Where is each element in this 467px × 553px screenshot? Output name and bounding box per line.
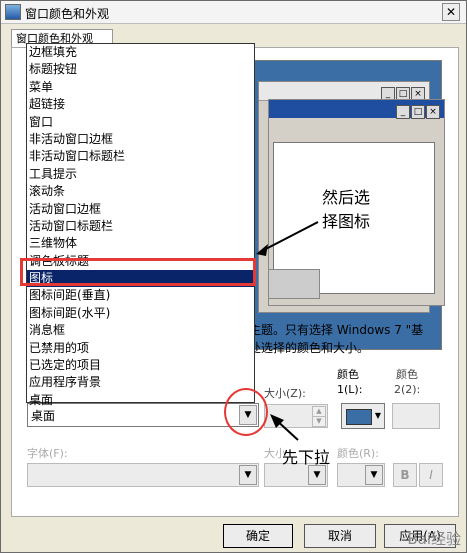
size-label: 大小(Z): xyxy=(264,387,306,400)
window-title: 窗口颜色和外观 xyxy=(25,7,110,21)
italic-button[interactable]: I xyxy=(419,463,443,487)
ok-button[interactable]: 确定 xyxy=(223,524,293,548)
dropdown-item[interactable]: 工具提示 xyxy=(27,166,254,183)
description-text: 主题。只有选择 Windows 7 "基 处选择的颜色和大小。 xyxy=(249,321,449,357)
color1-swatch xyxy=(346,409,372,425)
dropdown-item[interactable]: 边框填充 xyxy=(27,44,254,61)
dropdown-item[interactable]: 非活动窗口边框 xyxy=(27,131,254,148)
font-label: 字体(F): xyxy=(27,447,68,460)
dropdown-item[interactable]: 活动窗口标题栏 xyxy=(27,218,254,235)
font-size-dropdown-icon[interactable]: ▼ xyxy=(308,465,326,485)
item-select-value: 桌面 xyxy=(31,409,56,423)
annotation-first-dropdown: 先下拉 xyxy=(282,448,331,467)
spin-down-icon[interactable]: ▼ xyxy=(312,416,326,427)
cancel-button[interactable]: 取消 xyxy=(304,524,376,548)
dropdown-item[interactable]: 滚动条 xyxy=(27,183,254,200)
description-line-1: 主题。只有选择 Windows 7 "基 xyxy=(249,323,424,337)
dropdown-item[interactable]: 已禁用的项 xyxy=(27,340,254,357)
dropdown-circle-annotation xyxy=(224,388,268,436)
dropdown-item[interactable]: 图标间距(水平) xyxy=(27,305,254,322)
color1-label: 颜色 xyxy=(337,368,359,381)
selection-highlight-box xyxy=(20,258,256,286)
dropdown-item[interactable]: 超链接 xyxy=(27,96,254,113)
dropdown-item[interactable]: 桌面 xyxy=(27,392,254,409)
dropdown-item[interactable]: 窗口 xyxy=(27,114,254,131)
preview-active-titlebar: _ □ × xyxy=(269,100,444,119)
dropdown-item[interactable]: 菜单 xyxy=(27,79,254,96)
annotation-then-select-1: 然后选 xyxy=(322,188,371,207)
font-color-label: 颜色(R): xyxy=(337,447,379,460)
dropdown-item[interactable]: 三维物体 xyxy=(27,235,254,252)
window-icon xyxy=(5,4,21,20)
font-color-dropdown-icon[interactable]: ▼ xyxy=(365,465,383,485)
preview-message-box xyxy=(268,269,320,299)
dropdown-item[interactable]: 图标间距(垂直) xyxy=(27,287,254,304)
item-dropdown-list[interactable]: 边框填充 标题按钮 菜单 超链接 窗口 非活动窗口边框 非活动窗口标题栏 工具提示 滚动条 活动窗… xyxy=(26,43,255,407)
title-bar: 窗口颜色和外观 ✕ xyxy=(1,1,466,24)
color1-sub-label: 1(L): xyxy=(337,383,363,396)
color2-sub-label: 2(2): xyxy=(394,383,421,396)
dropdown-item[interactable]: 已选定的项目 xyxy=(27,357,254,374)
dropdown-item[interactable]: 活动窗口边框 xyxy=(27,201,254,218)
color1-button[interactable]: ▼ xyxy=(341,403,385,429)
annotation-then-select-2: 择图标 xyxy=(322,212,371,231)
dropdown-item[interactable]: 消息框 xyxy=(27,322,254,339)
dropdown-item[interactable]: 应用程序背景 xyxy=(27,374,254,391)
dropdown-item[interactable]: 非活动窗口标题栏 xyxy=(27,148,254,165)
description-line-2: 处选择的颜色和大小。 xyxy=(249,341,370,355)
font-select[interactable]: ▼ xyxy=(27,463,259,487)
close-button[interactable]: ✕ xyxy=(442,3,460,21)
font-dropdown-icon[interactable]: ▼ xyxy=(239,465,257,485)
preview-active-caption-buttons: _ □ × xyxy=(395,103,440,119)
color1-dropdown-icon: ▼ xyxy=(374,411,381,420)
watermark: Bai经验 xyxy=(407,530,461,548)
color2-button[interactable] xyxy=(392,403,440,429)
bold-button[interactable]: B xyxy=(393,463,417,487)
font-color-button[interactable]: ▼ xyxy=(337,463,385,487)
dropdown-item[interactable]: 标题按钮 xyxy=(27,61,254,78)
size-spinner[interactable]: ▲ ▼ xyxy=(264,404,328,428)
color2-label: 颜色 xyxy=(396,368,418,381)
